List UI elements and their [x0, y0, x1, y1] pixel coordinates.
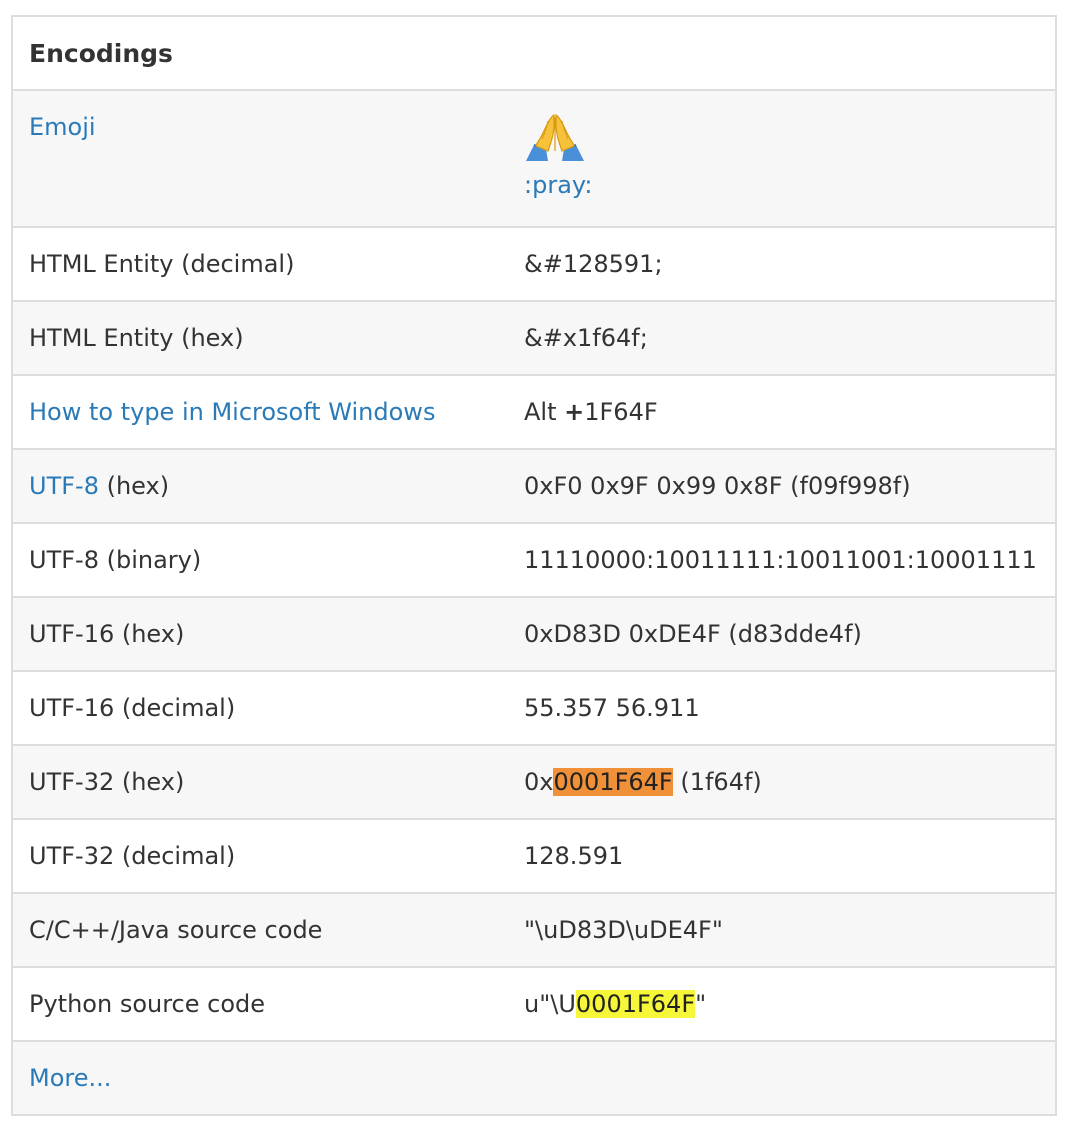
utf8-link[interactable]: UTF-8 [29, 472, 99, 500]
row-label: Python source code [29, 990, 266, 1018]
alt-code-text: 1F64F [584, 398, 658, 426]
row-value-cell: Alt +1F64F [491, 375, 1055, 449]
row-label: UTF-16 (decimal) [29, 694, 236, 722]
row-value: "\uD83D\uDE4F" [524, 916, 723, 944]
row-label: UTF-32 (hex) [29, 768, 185, 796]
table-row-utf16-hex: UTF-16 (hex) 0xD83D 0xDE4F (d83dde4f) [13, 597, 1055, 671]
encodings-panel: Encodings Emoji:pray: HTML Entity (deci… [11, 15, 1057, 1116]
hex-suffix: (1f64f) [672, 768, 762, 796]
table-row-html-decimal: HTML Entity (decimal) &#128591; [13, 227, 1055, 301]
row-label: UTF-8 (binary) [29, 546, 202, 574]
table-row-python: Python source code u"\U0001F64F" [13, 967, 1055, 1041]
row-value: 11110000:10011111:10011001:10001111 [524, 546, 1037, 574]
table-row-utf32-hex: UTF-32 (hex) 0x0001F64F (1f64f) [13, 745, 1055, 819]
row-label-cell: More... [13, 1041, 1055, 1114]
utf8-label-suffix: (hex) [98, 472, 170, 500]
table-row-utf16-decimal: UTF-16 (decimal) 55.357 56.911 [13, 671, 1055, 745]
plus-sign: + [564, 398, 585, 426]
panel-title: Encodings [13, 17, 1055, 91]
row-value-cell: 0x0001F64F (1f64f) [491, 745, 1055, 819]
row-value: &#x1f64f; [524, 324, 648, 352]
table-row-windows: How to type in Microsoft Windows Alt +1F… [13, 375, 1055, 449]
more-link[interactable]: More... [29, 1064, 111, 1092]
highlighted-codepoint: 0001F64F [553, 768, 673, 796]
row-label: C/C++/Java source code [29, 916, 323, 944]
table-row-c-java: C/C++/Java source code "\uD83D\uDE4F" [13, 893, 1055, 967]
table-row-utf32-decimal: UTF-32 (decimal) 128.591 [13, 819, 1055, 893]
row-value: 0xF0 0x9F 0x99 0x8F (f09f998f) [524, 472, 911, 500]
row-value: 0xD83D 0xDE4F (d83dde4f) [524, 620, 862, 648]
row-value: 55.357 56.911 [524, 694, 700, 722]
row-label-cell: UTF-8 (hex) [13, 449, 491, 523]
row-label-cell: How to type in Microsoft Windows [13, 375, 491, 449]
python-suffix: " [695, 990, 707, 1018]
row-label: UTF-32 (decimal) [29, 842, 236, 870]
alt-key-text: Alt [524, 398, 565, 426]
hex-prefix: 0x [524, 768, 554, 796]
folded-hands-emoji-icon [526, 114, 584, 161]
row-label-cell: Emoji [13, 91, 491, 227]
row-label: HTML Entity (decimal) [29, 250, 295, 278]
row-value: 128.591 [524, 842, 624, 870]
row-value: &#128591; [524, 250, 663, 278]
windows-typing-link[interactable]: How to type in Microsoft Windows [29, 398, 435, 426]
row-label: UTF-16 (hex) [29, 620, 185, 648]
emoji-shortcode[interactable]: :pray: [524, 171, 1041, 199]
table-row-utf8-hex: UTF-8 (hex) 0xF0 0x9F 0x99 0x8F (f09f998… [13, 449, 1055, 523]
row-label: HTML Entity (hex) [29, 324, 244, 352]
table-row-utf8-binary: UTF-8 (binary) 11110000:10011111:1001100… [13, 523, 1055, 597]
table-row-emoji: Emoji :pray: [13, 91, 1055, 227]
encodings-table: Emoji :pray: HTML Entity (decimal) &#128… [13, 91, 1055, 1114]
emoji-link[interactable]: Emoji [29, 113, 96, 141]
highlighted-codepoint: 0001F64F [575, 990, 696, 1018]
row-value-cell: u"\U0001F64F" [491, 967, 1055, 1041]
table-row-more: More... [13, 1041, 1055, 1114]
python-prefix: u"\U [524, 990, 576, 1018]
row-value-cell: :pray: [491, 91, 1055, 227]
table-row-html-hex: HTML Entity (hex) &#x1f64f; [13, 301, 1055, 375]
